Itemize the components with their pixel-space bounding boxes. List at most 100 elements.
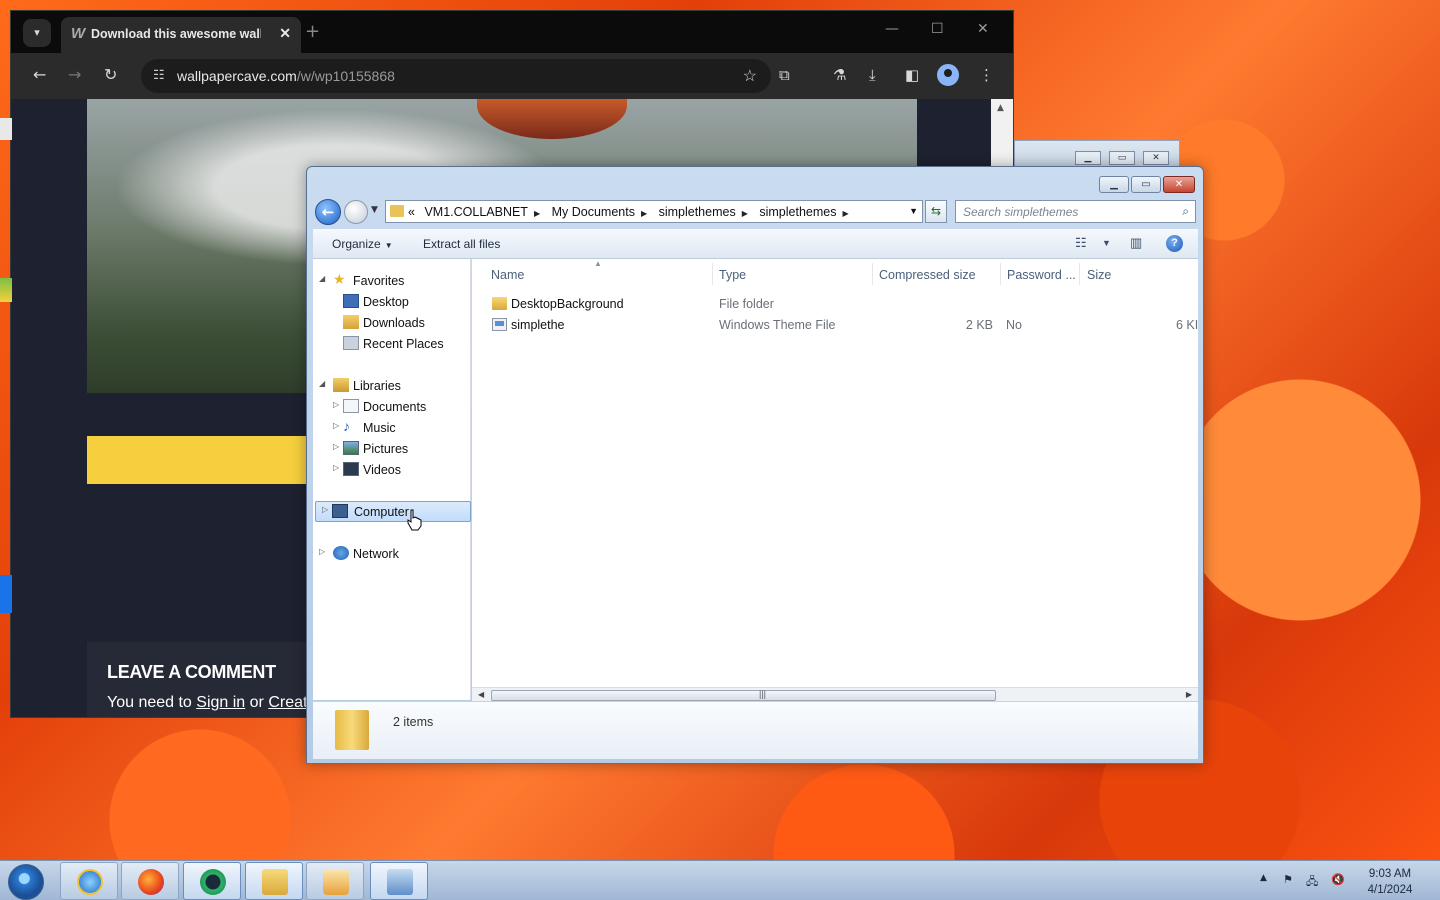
browser-tab-strip: ▾ W Download this awesome wallp ✕ + — ☐ … bbox=[11, 11, 1013, 53]
item-count: 2 items bbox=[393, 715, 434, 729]
refresh-icon[interactable]: ⇆ bbox=[925, 200, 947, 223]
minimize-icon[interactable]: — bbox=[885, 21, 899, 37]
chevron-right-icon[interactable]: ▶ bbox=[742, 209, 748, 218]
organize-button[interactable]: Organize ▼ bbox=[332, 237, 393, 251]
tab-title: Download this awesome wallp bbox=[91, 27, 261, 41]
explorer-address-bar[interactable]: « VM1.COLLABNET ▶ My Documents ▶ simplethe… bbox=[385, 200, 923, 223]
downloads-folder-icon bbox=[343, 315, 359, 329]
column-divider[interactable] bbox=[712, 263, 713, 285]
collapsed-triangle-icon[interactable]: ▷ bbox=[333, 463, 339, 472]
system-clock[interactable]: 9:03 AM 4/1/2024 bbox=[1358, 866, 1422, 898]
show-hidden-icons[interactable]: ▲ bbox=[1260, 873, 1267, 883]
taskbar-internet-explorer[interactable] bbox=[60, 862, 118, 900]
nav-computer[interactable]: ▷ Computer bbox=[315, 501, 471, 522]
collapsed-triangle-icon[interactable]: ▷ bbox=[319, 547, 325, 556]
taskbar-media-player[interactable] bbox=[306, 862, 364, 900]
chevron-right-icon[interactable]: ▶ bbox=[842, 209, 848, 218]
hand-cursor-icon bbox=[407, 509, 422, 531]
scroll-right-icon[interactable]: ▶ bbox=[1186, 690, 1192, 699]
sign-in-link[interactable]: Sign in bbox=[196, 694, 245, 711]
grip-icon: ||| bbox=[759, 689, 767, 699]
labs-flask-icon[interactable]: ⚗ bbox=[833, 66, 846, 84]
maximize-icon[interactable]: ▭ bbox=[1131, 176, 1161, 193]
start-button[interactable] bbox=[8, 864, 44, 900]
close-icon[interactable]: ✕ bbox=[1143, 151, 1169, 165]
volume-muted-icon[interactable]: 🔇 bbox=[1331, 873, 1345, 886]
videos-icon bbox=[343, 462, 359, 476]
breadcrumb-item[interactable]: simplethemes bbox=[759, 205, 836, 219]
help-icon[interactable]: ? bbox=[1166, 235, 1183, 252]
forward-arrow-icon[interactable] bbox=[344, 200, 368, 224]
network-icon bbox=[333, 546, 349, 560]
breadcrumb-item[interactable]: VM1.COLLABNET bbox=[424, 205, 528, 219]
chrome-menu-icon[interactable]: ⋮ bbox=[979, 66, 994, 84]
forward-arrow-icon[interactable]: → bbox=[68, 65, 81, 84]
taskbar-chrome[interactable] bbox=[183, 862, 241, 900]
create-account-link[interactable]: Creat bbox=[268, 694, 307, 711]
maximize-icon[interactable]: ☐ bbox=[931, 21, 944, 37]
address-dropdown-icon[interactable]: ▼ bbox=[909, 206, 918, 216]
expanded-triangle-icon[interactable]: ◢ bbox=[319, 274, 325, 283]
view-options-icon[interactable]: ☷ bbox=[1075, 235, 1087, 251]
close-icon[interactable]: ✕ bbox=[1163, 176, 1195, 193]
column-header-compressed-size[interactable]: Compressed size bbox=[879, 268, 976, 282]
chevron-down-icon[interactable]: ▼ bbox=[1102, 238, 1111, 248]
search-input[interactable] bbox=[963, 202, 1163, 222]
background-window-fragment bbox=[0, 575, 12, 613]
column-header-password[interactable]: Password ... bbox=[1007, 268, 1076, 282]
back-arrow-icon[interactable]: ← bbox=[33, 65, 46, 84]
column-divider[interactable] bbox=[1000, 263, 1001, 285]
minimize-icon[interactable]: ▁ bbox=[1075, 151, 1101, 165]
libraries-icon bbox=[333, 378, 349, 392]
browser-tab-active[interactable]: W Download this awesome wallp ✕ bbox=[61, 17, 301, 53]
reload-icon[interactable]: ↻ bbox=[104, 65, 117, 84]
collapsed-triangle-icon[interactable]: ▷ bbox=[333, 400, 339, 409]
taskbar-explorer[interactable] bbox=[245, 862, 303, 900]
breadcrumb-overflow[interactable]: « bbox=[408, 205, 415, 219]
downloads-icon[interactable]: ⤓ bbox=[869, 66, 876, 84]
column-divider[interactable] bbox=[1079, 263, 1080, 285]
column-header-name[interactable]: Name bbox=[491, 268, 524, 282]
network-icon[interactable]: 🖧 bbox=[1306, 873, 1318, 892]
collapsed-triangle-icon[interactable]: ▷ bbox=[322, 505, 328, 514]
site-info-icon[interactable]: ☷ bbox=[153, 67, 165, 83]
expanded-triangle-icon[interactable]: ◢ bbox=[319, 379, 325, 388]
address-url: wallpapercave.com/w/wp10155868 bbox=[177, 68, 395, 84]
documents-icon bbox=[343, 399, 359, 413]
back-arrow-icon[interactable]: ← bbox=[315, 199, 341, 225]
new-tab-button[interactable]: + bbox=[305, 21, 320, 42]
column-header-type[interactable]: Type bbox=[719, 268, 746, 282]
minimize-icon[interactable]: ▁ bbox=[1099, 176, 1129, 193]
maximize-icon[interactable]: ▭ bbox=[1109, 151, 1135, 165]
taskbar: ▲ ⚑ 🖧 🔇 9:03 AM 4/1/2024 bbox=[0, 860, 1440, 900]
address-bar[interactable]: ☷ wallpapercave.com/w/wp10155868 ☆ bbox=[141, 59, 771, 93]
taskbar-control-panel[interactable] bbox=[370, 862, 428, 900]
search-icon[interactable]: ⌕ bbox=[1182, 204, 1189, 219]
file-row[interactable]: DesktopBackground File folder bbox=[486, 294, 1198, 314]
scroll-up-icon[interactable]: ▲ bbox=[997, 103, 1004, 113]
column-divider[interactable] bbox=[872, 263, 873, 285]
breadcrumb-item[interactable]: My Documents bbox=[552, 205, 635, 219]
column-header-size[interactable]: Size bbox=[1087, 268, 1111, 282]
extract-all-button[interactable]: Extract all files bbox=[423, 237, 500, 251]
collapsed-triangle-icon[interactable]: ▷ bbox=[333, 442, 339, 451]
recent-pages-dropdown-icon[interactable]: ▼ bbox=[371, 205, 378, 215]
tab-search-button[interactable]: ▾ bbox=[23, 19, 51, 47]
bookmark-star-icon[interactable]: ☆ bbox=[743, 66, 757, 86]
taskbar-firefox[interactable] bbox=[121, 862, 179, 900]
breadcrumb-item[interactable]: simplethemes bbox=[659, 205, 736, 219]
search-box[interactable]: ⌕ bbox=[955, 200, 1196, 223]
file-row[interactable]: simplethe Windows Theme File 2 KB No 6 K… bbox=[486, 315, 1198, 335]
extensions-puzzle-icon[interactable]: ⧉ bbox=[779, 66, 790, 84]
tab-close-icon[interactable]: ✕ bbox=[279, 25, 291, 42]
side-panel-icon[interactable]: ◧ bbox=[905, 66, 919, 84]
scrollbar-thumb[interactable]: ||| bbox=[491, 689, 996, 701]
preview-pane-icon[interactable]: ▥ bbox=[1130, 235, 1142, 251]
chevron-right-icon[interactable]: ▶ bbox=[534, 209, 540, 218]
profile-avatar-icon[interactable] bbox=[937, 64, 959, 86]
collapsed-triangle-icon[interactable]: ▷ bbox=[333, 421, 339, 430]
window-close-icon[interactable]: ✕ bbox=[977, 21, 989, 37]
scroll-left-icon[interactable]: ◀ bbox=[478, 690, 484, 699]
action-center-flag-icon[interactable]: ⚑ bbox=[1283, 873, 1293, 886]
chevron-right-icon[interactable]: ▶ bbox=[641, 209, 647, 218]
